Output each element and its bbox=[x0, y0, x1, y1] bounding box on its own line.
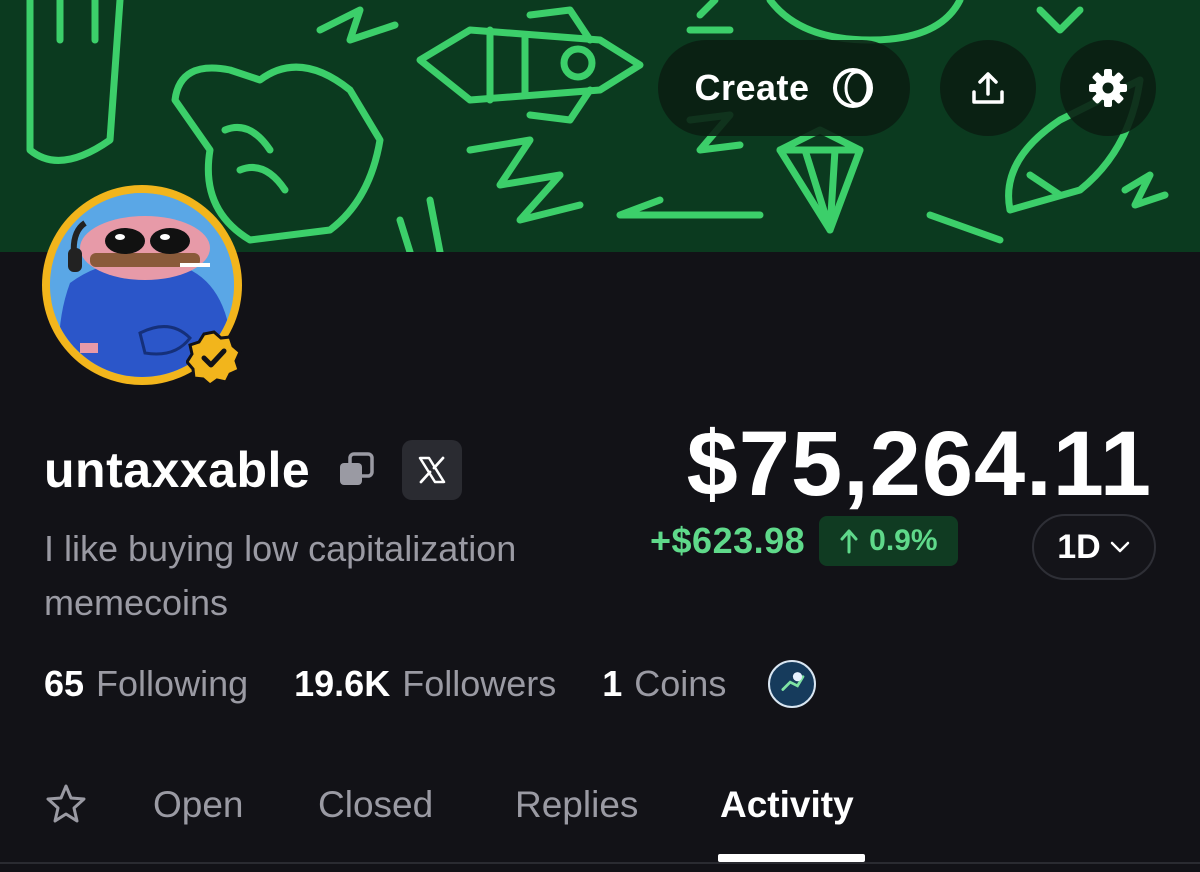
active-tab-indicator bbox=[718, 854, 865, 862]
tab-closed[interactable]: Closed bbox=[318, 784, 433, 826]
x-logo-icon bbox=[418, 456, 446, 484]
share-icon bbox=[972, 72, 1004, 104]
copy-icon[interactable] bbox=[336, 450, 376, 490]
portfolio-balance: $75,264.11 bbox=[686, 413, 1152, 515]
tab-replies[interactable]: Replies bbox=[515, 784, 638, 826]
pnl-row: +$623.98 0.9% bbox=[650, 516, 958, 566]
tab-activity[interactable]: Activity bbox=[720, 784, 854, 826]
create-coin-icon bbox=[832, 68, 873, 108]
following-count: 65 bbox=[44, 663, 85, 704]
settings-button[interactable] bbox=[1060, 40, 1156, 136]
pnl-percent: 0.9% bbox=[869, 524, 938, 557]
tab-open[interactable]: Open bbox=[153, 784, 244, 826]
arrow-up-icon bbox=[840, 529, 858, 554]
share-button[interactable] bbox=[940, 40, 1036, 136]
timeframe-select[interactable]: 1D bbox=[1032, 514, 1156, 580]
followers-label: Followers bbox=[402, 663, 557, 704]
username: untaxxable bbox=[44, 442, 311, 498]
coins-label: Coins bbox=[634, 663, 727, 704]
create-button[interactable]: Create bbox=[658, 40, 910, 136]
profile-stats: 65 Following 19.6K Followers 1 Coins bbox=[44, 660, 817, 708]
profile-tabs: Open Closed Replies Activity bbox=[0, 762, 1200, 862]
x-profile-link[interactable] bbox=[402, 440, 463, 500]
coin-avatar-icon[interactable] bbox=[768, 660, 817, 708]
profile-bio: I like buying low capitalization memecoi… bbox=[44, 528, 517, 623]
following-stat[interactable]: 65 Following bbox=[44, 663, 248, 705]
pnl-percent-badge: 0.9% bbox=[819, 516, 958, 566]
timeframe-label: 1D bbox=[1057, 527, 1101, 566]
tabs-divider bbox=[0, 862, 1200, 864]
coins-count: 1 bbox=[602, 663, 623, 704]
coins-stat[interactable]: 1 Coins bbox=[602, 663, 726, 705]
star-icon[interactable] bbox=[44, 782, 88, 826]
chevron-down-icon bbox=[1110, 541, 1129, 553]
username-row: untaxxable bbox=[44, 440, 463, 500]
following-label: Following bbox=[96, 663, 249, 704]
followers-count: 19.6K bbox=[294, 663, 391, 704]
create-label: Create bbox=[694, 67, 810, 108]
gear-icon bbox=[1089, 69, 1127, 107]
verified-badge-icon bbox=[186, 330, 242, 386]
followers-stat[interactable]: 19.6K Followers bbox=[294, 663, 556, 705]
pnl-value: +$623.98 bbox=[650, 520, 806, 561]
